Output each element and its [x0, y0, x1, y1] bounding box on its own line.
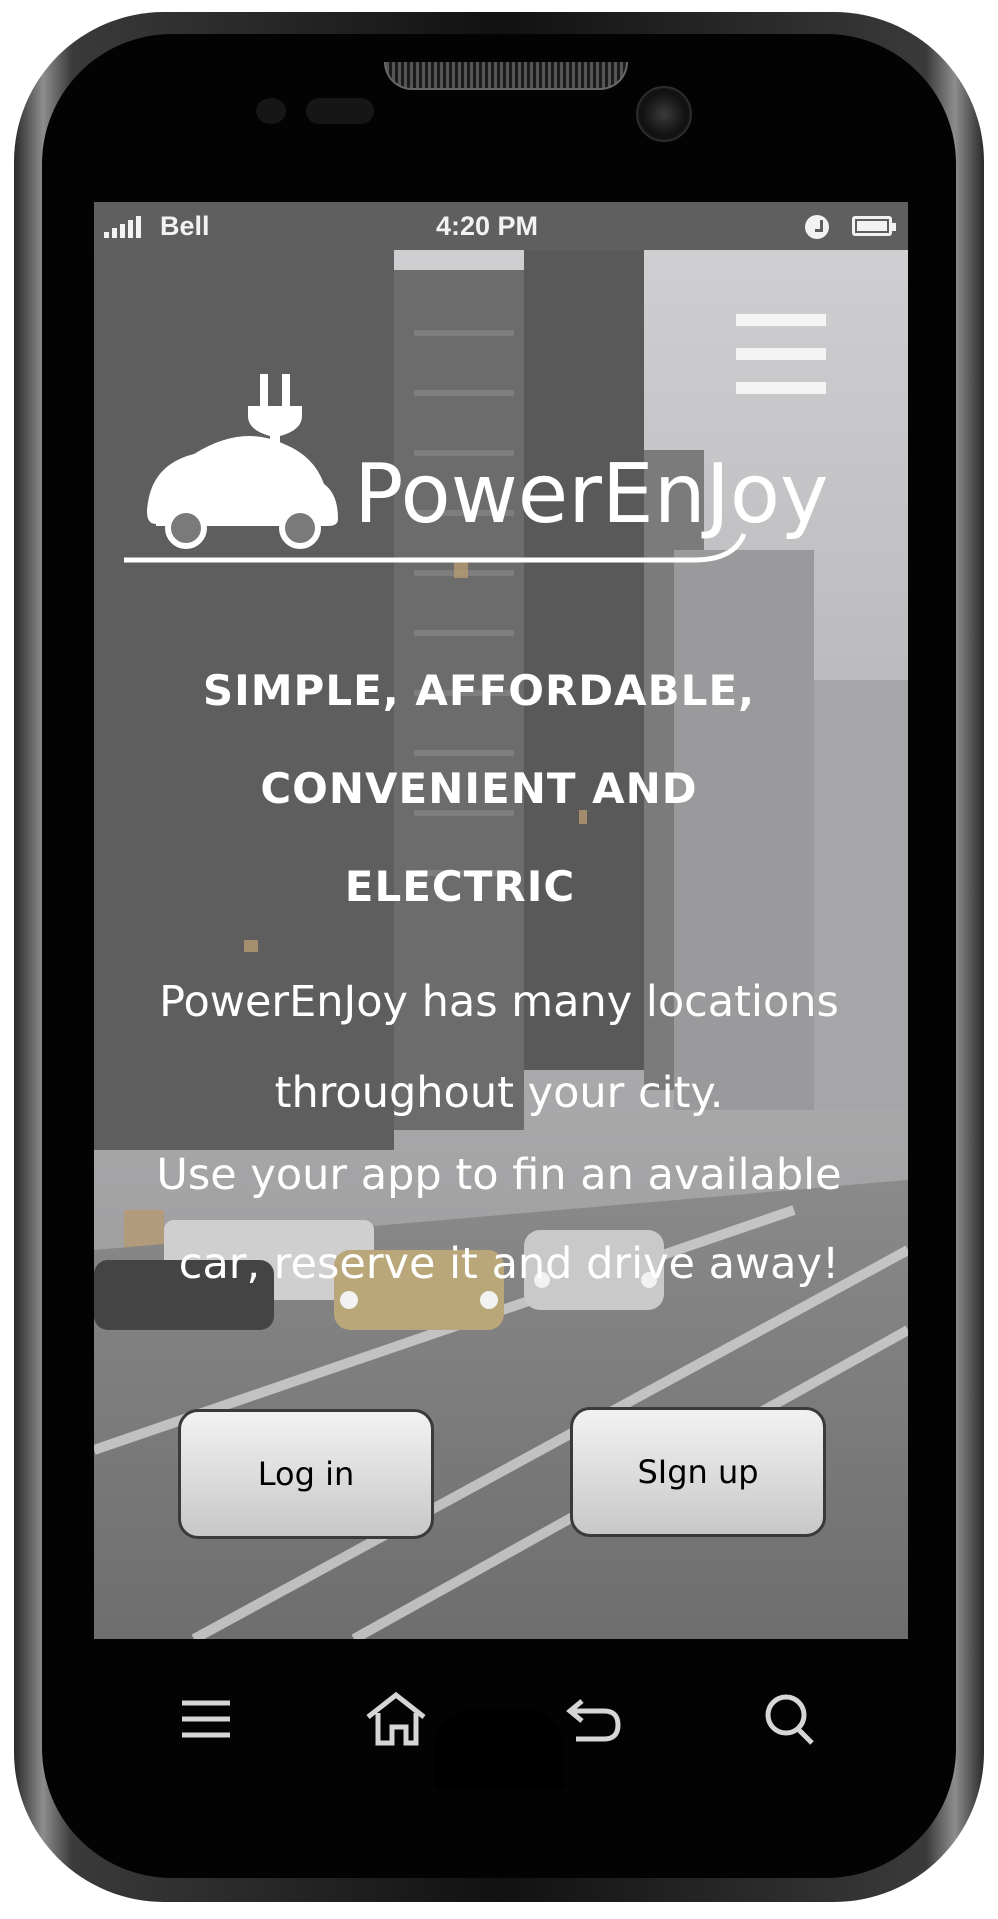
- headline-line: ELECTRIC: [344, 862, 576, 911]
- app-screen: Bell 4:20 PM PowerEnJoy SIMPLE, AFFORDAB…: [94, 202, 908, 1639]
- menu-icon[interactable]: [174, 1689, 238, 1749]
- logo-text: PowerEnJoy: [354, 447, 829, 542]
- hero-description: PowerEnJoy has many locations throughout…: [114, 954, 884, 1314]
- login-button[interactable]: Log in: [178, 1409, 434, 1539]
- headline-line: CONVENIENT AND: [260, 764, 698, 813]
- search-icon[interactable]: [758, 1689, 822, 1749]
- home-indicator: [434, 1709, 564, 1789]
- carrier-name: Bell: [160, 211, 210, 241]
- description-line: Use your app to fin an available: [156, 1150, 842, 1200]
- hero-headline: SIMPLE, AFFORDABLE, CONVENIENT AND ELECT…: [154, 642, 804, 936]
- home-icon[interactable]: [364, 1689, 428, 1749]
- signal-strength-icon: [104, 216, 141, 238]
- description-line: car, reserve it and drive away!: [178, 1239, 840, 1289]
- status-time: 4:20 PM: [436, 211, 539, 241]
- android-nav-bar: [94, 1639, 908, 1789]
- brand-logo: PowerEnJoy: [124, 374, 829, 563]
- signup-button[interactable]: SIgn up: [570, 1407, 826, 1537]
- electric-car-plug-icon: [147, 374, 338, 549]
- headline-line: SIMPLE, AFFORDABLE,: [202, 666, 756, 715]
- front-camera: [636, 86, 692, 142]
- battery-icon: [852, 216, 896, 236]
- earpiece-speaker: [384, 62, 628, 90]
- description-line: throughout your city.: [274, 1068, 724, 1118]
- proximity-sensor: [256, 98, 286, 124]
- description-line: PowerEnJoy has many locations: [159, 977, 839, 1027]
- alarm-icon: [805, 215, 829, 239]
- light-sensor: [306, 98, 374, 124]
- status-bar: Bell 4:20 PM: [94, 202, 908, 250]
- back-icon[interactable]: [560, 1689, 624, 1749]
